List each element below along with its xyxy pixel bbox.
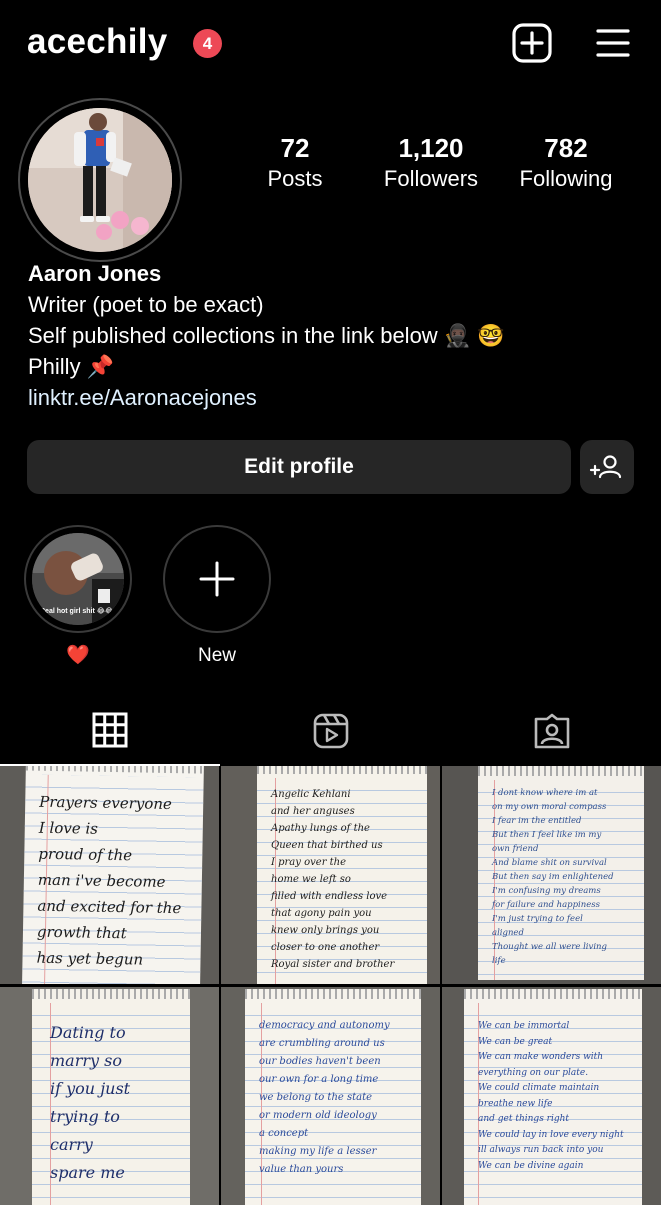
new-highlight-button[interactable]: New <box>163 525 271 669</box>
following-count: 782 <box>544 133 588 163</box>
tab-posts-grid[interactable] <box>0 700 220 766</box>
story-highlight[interactable]: Real hot girl shit 😂😂😂 ❤️ <box>24 525 132 669</box>
notebook-page: I dont know where im at on my own moral … <box>478 766 644 980</box>
post-handwritten-text: I dont know where im at on my own moral … <box>492 788 614 966</box>
notebook-page: Prayers everyone I love is proud of the … <box>22 766 204 984</box>
posts-stat[interactable]: 72 Posts <box>255 132 335 194</box>
highlight-label: New <box>197 645 236 666</box>
notebook-page: democracy and autonomy are crumbling aro… <box>245 989 421 1205</box>
tab-reels[interactable] <box>220 700 440 766</box>
post-handwritten-text: We can be immortal We can be great We ca… <box>478 1021 624 1171</box>
username[interactable]: acechily <box>27 22 168 62</box>
avatar-ring[interactable] <box>18 98 182 262</box>
tagged-icon <box>534 713 570 749</box>
hamburger-menu-icon <box>596 29 630 57</box>
highlight-label: ❤️ <box>66 645 90 666</box>
post-handwritten-text: democracy and autonomy are crumbling aro… <box>259 1020 390 1175</box>
plus-square-icon <box>512 23 552 63</box>
avatar <box>28 108 172 252</box>
post-thumbnail[interactable]: Dating to marry so if you just trying to… <box>0 987 219 1205</box>
followers-stat[interactable]: 1,120 Followers <box>372 132 490 194</box>
highlight-cover-text: Real hot girl shit 😂😂😂 <box>40 608 122 615</box>
bio-line: Writer (poet to be exact) <box>28 292 264 317</box>
notification-badge[interactable]: 4 <box>193 29 222 58</box>
highlight-cover: Real hot girl shit 😂😂😂 <box>32 533 124 625</box>
followers-count: 1,120 <box>398 133 464 163</box>
posts-label: Posts <box>267 166 323 191</box>
highlight-ring: Real hot girl shit 😂😂😂 <box>24 525 132 633</box>
posts-count: 72 <box>280 133 310 163</box>
notebook-page: We can be immortal We can be great We ca… <box>464 989 642 1205</box>
followers-label: Followers <box>383 166 479 191</box>
posts-grid: Prayers everyone I love is proud of the … <box>0 766 661 1205</box>
post-thumbnail[interactable]: Angelic Kehlani and her anguses Apathy l… <box>221 766 440 984</box>
bio-line: Philly 📌 <box>28 354 115 379</box>
edit-profile-button[interactable]: Edit profile <box>27 440 571 494</box>
post-thumbnail[interactable]: I dont know where im at on my own moral … <box>442 766 661 984</box>
menu-button[interactable] <box>596 27 630 59</box>
post-thumbnail[interactable]: We can be immortal We can be great We ca… <box>442 987 661 1205</box>
bio-line: Self published collections in the link b… <box>28 323 505 348</box>
post-thumbnail[interactable]: democracy and autonomy are crumbling aro… <box>221 987 440 1205</box>
grid-icon <box>92 712 128 748</box>
tab-tagged[interactable] <box>441 700 661 766</box>
plus-icon <box>199 561 235 597</box>
bio-link[interactable]: linktr.ee/Aaronacejones <box>28 382 648 413</box>
display-name: Aaron Jones <box>28 261 162 286</box>
avatar-photo <box>28 108 172 252</box>
bio-section: Aaron Jones Writer (poet to be exact) Se… <box>28 258 648 413</box>
highlight-ring <box>163 525 271 633</box>
notebook-page: Angelic Kehlani and her anguses Apathy l… <box>257 766 427 984</box>
notebook-page: Dating to marry so if you just trying to… <box>32 989 190 1205</box>
post-handwritten-text: Angelic Kehlani and her anguses Apathy l… <box>271 789 395 970</box>
create-post-button[interactable] <box>512 23 552 63</box>
following-label: Following <box>519 166 613 191</box>
reels-icon <box>313 713 349 749</box>
add-person-icon <box>589 455 622 479</box>
post-handwritten-text: Dating to marry so if you just trying to… <box>50 1023 131 1182</box>
following-stat[interactable]: 782 Following <box>507 132 625 194</box>
post-thumbnail[interactable]: Prayers everyone I love is proud of the … <box>0 766 219 984</box>
profile-header: acechily 4 <box>0 0 661 88</box>
discover-people-button[interactable] <box>580 440 634 494</box>
post-handwritten-text: Prayers everyone I love is proud of the … <box>36 792 182 969</box>
